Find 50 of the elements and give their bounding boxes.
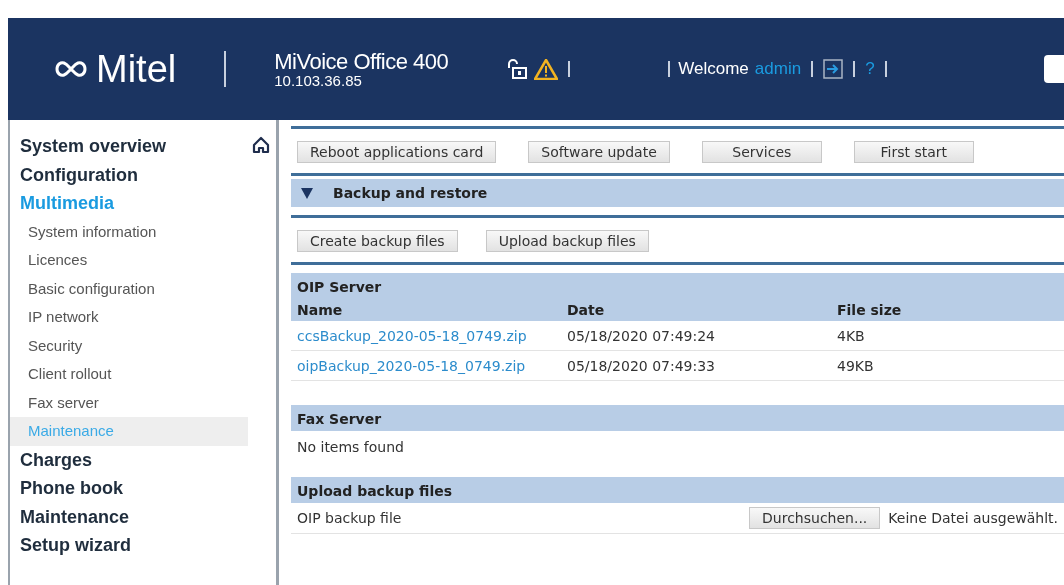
column-header: File size [837, 301, 903, 320]
backup-button[interactable]: Create backup files [297, 230, 458, 252]
nav-item[interactable]: Client rollout [10, 360, 276, 389]
nav-item[interactable]: Setup wizard [10, 531, 276, 560]
welcome-text: Welcome [678, 59, 749, 79]
nav-item[interactable]: IP network [10, 303, 276, 332]
action-button[interactable]: Services [701, 141, 822, 163]
logo-icon [54, 59, 88, 79]
nav-item[interactable]: Fax server [10, 388, 276, 417]
user-link[interactable]: admin [754, 59, 802, 79]
nav-item[interactable]: Basic configuration [10, 274, 276, 303]
column-header: Date [567, 301, 606, 320]
upload-label: OIP backup file [297, 510, 403, 526]
table-cell-text: 4KB [837, 327, 866, 344]
table-title: Fax Server [296, 410, 383, 429]
nav-item[interactable]: System overview [10, 132, 276, 161]
nav-item[interactable]: Charges [10, 445, 276, 474]
nav-item[interactable]: System information [10, 217, 276, 246]
product-name: MiVoice Office 400 [274, 50, 449, 73]
table-cell-text: 05/18/2020 07:49:33 [567, 357, 717, 374]
logout-icon[interactable] [823, 59, 844, 79]
column-header: Name [297, 301, 344, 320]
lock-icon[interactable] [506, 59, 529, 79]
warning-icon[interactable] [534, 58, 559, 80]
table-title: Upload backup files [296, 482, 454, 501]
file-link[interactable]: ccsBackup_2020-05-18_0749.zip [297, 327, 567, 344]
table-cell-text: 49KB [837, 357, 875, 374]
section-header[interactable]: Backup and restore [291, 179, 1064, 207]
empty-message: No items found [296, 438, 405, 457]
action-button[interactable]: Software update [528, 141, 670, 163]
ip-address: 10.103.36.85 [274, 72, 363, 88]
file-status: Keine Datei ausgewählt. [888, 510, 1058, 526]
table-title: OIP Server [296, 278, 383, 297]
nav-item[interactable]: Phone book [10, 474, 276, 503]
nav-item[interactable]: Configuration [10, 160, 276, 189]
table-cell-text: 05/18/2020 07:49:24 [567, 327, 717, 344]
nav-item[interactable]: Maintenance [10, 502, 276, 531]
search-field[interactable] [1044, 55, 1064, 83]
home-icon[interactable] [252, 136, 270, 154]
backup-button[interactable]: Upload backup files [485, 230, 649, 252]
help-link[interactable]: ? [865, 59, 875, 79]
action-button[interactable]: First start [853, 141, 974, 163]
section-title: Backup and restore [333, 185, 488, 201]
nav-item[interactable]: Licences [10, 246, 276, 275]
nav-item[interactable]: Security [10, 331, 276, 360]
collapse-triangle-icon[interactable] [301, 187, 313, 199]
browse-button[interactable]: Durchsuchen... [749, 507, 881, 529]
action-button[interactable]: Reboot applications card [297, 141, 497, 163]
file-link[interactable]: oipBackup_2020-05-18_0749.zip [297, 357, 567, 374]
brand-name: Mitel [96, 47, 177, 91]
